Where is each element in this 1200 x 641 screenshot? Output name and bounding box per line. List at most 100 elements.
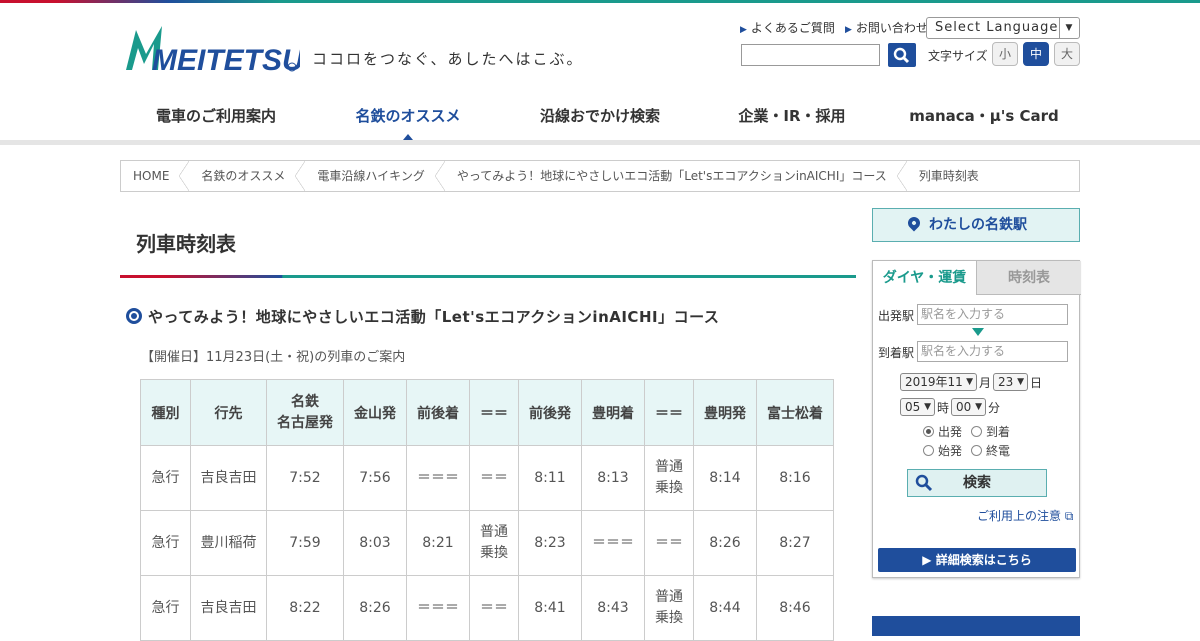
breadcrumb-recommend[interactable]: 名鉄のオススメ [189, 161, 306, 191]
section-title: やってみよう！地球にやさしいエコ活動「Let'sエコアクションinAICHI」コ… [148, 308, 720, 326]
search-icon [893, 47, 910, 64]
meitetsu-logo[interactable]: MEITETSU [122, 22, 300, 74]
radio-dot [971, 445, 982, 456]
contact-link[interactable]: ▶ お問い合わせ [845, 19, 928, 36]
route-search-label: 検索 [963, 475, 991, 491]
from-label: 出発駅 [878, 309, 915, 323]
nav-item-corporate[interactable]: 企業・IR・採用 [696, 92, 888, 144]
external-link-icon: ⧉ [1064, 509, 1074, 523]
month-unit: 月 [979, 376, 992, 390]
minute-select[interactable]: 00 ▼ [951, 398, 986, 416]
radio-last[interactable]: 終電 [971, 442, 1010, 459]
contact-link-label: お問い合わせ [855, 21, 928, 35]
sidebar-banner[interactable] [872, 616, 1080, 636]
table-header: 金山発 [343, 379, 407, 446]
table-cell: 8:43 [581, 575, 645, 641]
table-cell: 7:59 [266, 510, 344, 576]
global-nav: 電車のご利用案内 名鉄のオススメ 沿線おでかけ検索 企業・IR・採用 manac… [120, 92, 1080, 144]
table-header: 名鉄 名古屋発 [266, 379, 344, 446]
table-cell: 8:46 [756, 575, 834, 641]
table-header: 豊明発 [693, 379, 757, 446]
radio-dot [923, 445, 934, 456]
from-station-input[interactable]: 駅名を入力する [917, 304, 1068, 325]
radio-dot [971, 426, 982, 437]
header-links: ▶ よくあるご質問 ▶ お問い合わせ [740, 19, 928, 36]
language-select[interactable]: Select Language ▼ [926, 17, 1080, 39]
nav-item-outing-search[interactable]: 沿線おでかけ検索 [504, 92, 696, 144]
table-cell: 豊川稲荷 [190, 510, 267, 576]
top-accent-gradient [0, 0, 280, 3]
minute-value: 00 [956, 400, 972, 414]
table-header: 行先 [190, 379, 267, 446]
route-search-button[interactable]: 検索 [907, 469, 1047, 497]
radio-last-label: 終電 [986, 444, 1011, 458]
hour-unit: 時 [937, 401, 950, 415]
table-header: 種別 [140, 379, 191, 446]
to-station-input[interactable]: 駅名を入力する [917, 341, 1068, 362]
route-search-panel: ダイヤ・運賃 時刻表 出発駅 駅名を入力する 到着駅 駅名を入力する 2019年… [872, 260, 1081, 578]
fontsize-large-button[interactable]: 大 [1054, 42, 1080, 66]
tab-timetable[interactable]: 時刻表 [977, 261, 1081, 295]
table-cell: 8:13 [581, 445, 645, 511]
table-row: 急行 吉良吉田 7:52 7:56 ＝＝＝ ＝＝ 8:11 8:13 普通 乗換 8:14 8:16 [140, 445, 834, 511]
site-search-input[interactable] [741, 44, 880, 66]
radio-depart[interactable]: 出発 [923, 423, 962, 440]
fontsize-medium-button[interactable]: 中 [1023, 42, 1049, 66]
table-header: 富士松着 [756, 379, 834, 446]
table-cell: 8:44 [693, 575, 757, 641]
table-cell: 普通 乗換 [644, 445, 694, 511]
table-cell: 急行 [140, 510, 191, 576]
caution-link[interactable]: ご利用上の注意 ⧉ [977, 507, 1073, 524]
faq-link[interactable]: ▶ よくあるご質問 [740, 19, 835, 36]
table-cell: 8:26 [343, 575, 407, 641]
fontsize-small-button[interactable]: 小 [992, 42, 1018, 66]
my-station-button[interactable]: わたしの名鉄駅 [872, 208, 1080, 242]
nav-item-manaca[interactable]: manaca・μ's Card [888, 92, 1080, 144]
table-cell: 8:21 [406, 510, 470, 576]
to-label: 到着駅 [878, 346, 915, 360]
hour-select[interactable]: 05 ▼ [900, 398, 935, 416]
day-select[interactable]: 23 ▼ [993, 373, 1028, 391]
hour-value: 05 [905, 400, 921, 414]
detail-search-button[interactable]: ▶ 詳細検索はこちら [878, 548, 1076, 572]
table-cell: 7:52 [266, 445, 344, 511]
caution-link-label: ご利用上の注意 [977, 509, 1062, 523]
table-row: 急行 豊川稲荷 7:59 8:03 8:21 普通 乗換 8:23 ＝＝＝ ＝＝ 8:26 8:27 [140, 510, 834, 576]
table-cell: 8:41 [518, 575, 582, 641]
radio-arrive[interactable]: 到着 [971, 423, 1010, 440]
timetable-body: 急行 吉良吉田 7:52 7:56 ＝＝＝ ＝＝ 8:11 8:13 普通 乗換 8:14 8:16… [140, 445, 834, 641]
search-button[interactable] [888, 43, 916, 67]
breadcrumb-home[interactable]: HOME [121, 161, 190, 191]
radio-depart-label: 出発 [938, 425, 963, 439]
chevron-down-icon: ▼ [975, 402, 982, 412]
day-unit: 日 [1030, 376, 1043, 390]
bullet-icon [126, 308, 142, 324]
breadcrumb-course[interactable]: やってみよう！地球にやさしいエコ活動「Let'sエコアクションinAICHI」コ… [445, 161, 907, 191]
table-cell: ＝＝＝ [406, 575, 470, 641]
day-value: 23 [998, 375, 1014, 389]
radio-first[interactable]: 始発 [923, 442, 962, 459]
table-cell: 8:26 [693, 510, 757, 576]
nav-item-train-guide[interactable]: 電車のご利用案内 [120, 92, 312, 144]
year-month-select[interactable]: 2019年11 ▼ [900, 373, 977, 391]
tab-fare[interactable]: ダイヤ・運賃 [873, 261, 977, 295]
detail-search-label: 詳細検索はこちら [935, 553, 1032, 567]
table-header: 前後着 [406, 379, 470, 446]
arrow-icon: ▶ [740, 25, 747, 35]
breadcrumb-hiking[interactable]: 電車沿線ハイキング [305, 161, 446, 191]
table-cell: 8:14 [693, 445, 757, 511]
table-cell: ＝＝＝ [406, 445, 470, 511]
table-cell: 8:11 [518, 445, 582, 511]
timetable: 種別 行先 名鉄 名古屋発 金山発 前後着 ＝＝ 前後発 豊明着 ＝＝ 豊明発 … [140, 379, 834, 641]
table-cell: ＝＝ [469, 445, 519, 511]
arrow-down-icon [972, 328, 984, 336]
chevron-down-icon: ▼ [924, 402, 931, 412]
radio-dot [923, 426, 934, 437]
table-cell: 8:23 [518, 510, 582, 576]
breadcrumb-current: 列車時刻表 [918, 169, 979, 183]
table-cell: ＝＝＝ [581, 510, 645, 576]
table-cell: 8:16 [756, 445, 834, 511]
nav-item-recommend[interactable]: 名鉄のオススメ [312, 92, 504, 144]
table-header: ＝＝ [644, 379, 694, 446]
chevron-down-icon: ▼ [1059, 18, 1079, 38]
